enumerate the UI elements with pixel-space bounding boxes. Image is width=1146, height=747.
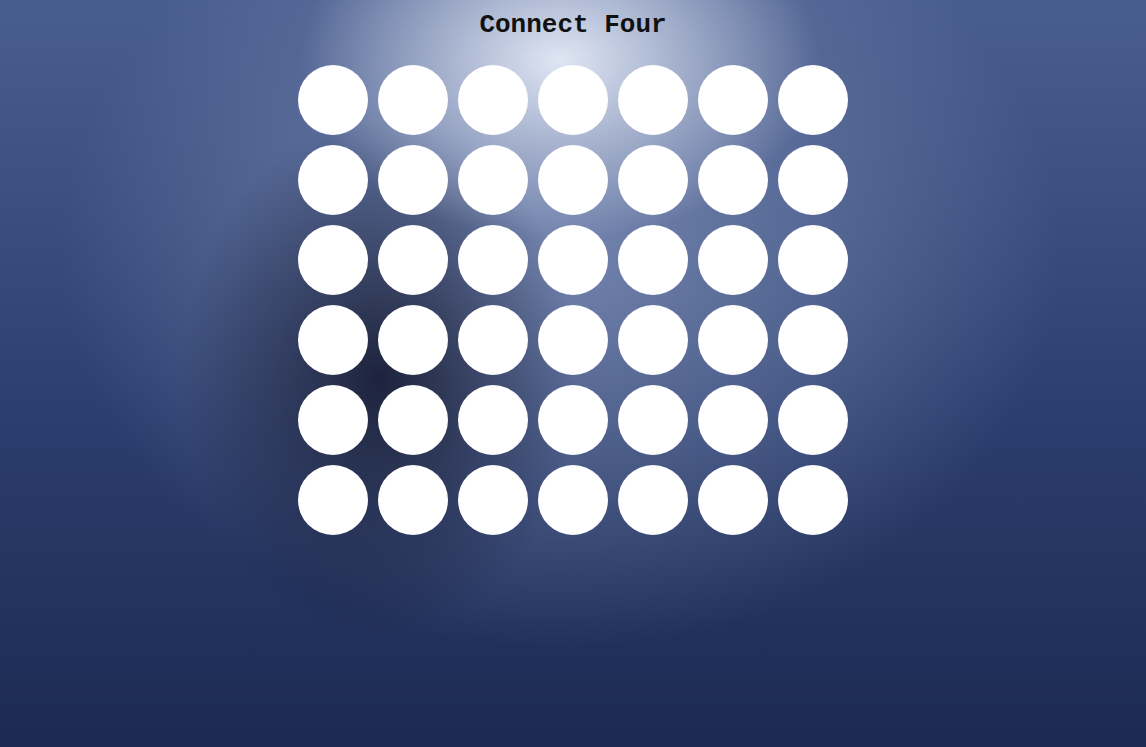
- board-cell[interactable]: [298, 465, 368, 535]
- game-board: [298, 65, 848, 535]
- board-cell[interactable]: [538, 225, 608, 295]
- board-cell[interactable]: [538, 465, 608, 535]
- board-cell[interactable]: [618, 385, 688, 455]
- board-cell[interactable]: [298, 385, 368, 455]
- board-cell[interactable]: [458, 305, 528, 375]
- board-cell[interactable]: [378, 225, 448, 295]
- board-cell[interactable]: [458, 65, 528, 135]
- board-cell[interactable]: [298, 65, 368, 135]
- board-cell[interactable]: [378, 465, 448, 535]
- board-cell[interactable]: [698, 145, 768, 215]
- game-title: Connect Four: [479, 8, 666, 42]
- board-cell[interactable]: [458, 385, 528, 455]
- board-cell[interactable]: [538, 385, 608, 455]
- board-cell[interactable]: [458, 465, 528, 535]
- board-cell[interactable]: [618, 145, 688, 215]
- board-cell[interactable]: [618, 65, 688, 135]
- board-cell[interactable]: [538, 145, 608, 215]
- board-cell[interactable]: [618, 225, 688, 295]
- board-cell[interactable]: [378, 145, 448, 215]
- board-cell[interactable]: [618, 305, 688, 375]
- board-cell[interactable]: [298, 145, 368, 215]
- board-cell[interactable]: [778, 385, 848, 455]
- board-cell[interactable]: [778, 65, 848, 135]
- board-cell[interactable]: [778, 225, 848, 295]
- board-cell[interactable]: [458, 145, 528, 215]
- board-cell[interactable]: [778, 305, 848, 375]
- board-cell[interactable]: [698, 65, 768, 135]
- board-cell[interactable]: [778, 145, 848, 215]
- board-cell[interactable]: [378, 65, 448, 135]
- board-cell[interactable]: [378, 305, 448, 375]
- board-cell[interactable]: [698, 385, 768, 455]
- board-cell[interactable]: [538, 65, 608, 135]
- game-page: Connect Four: [0, 0, 1146, 747]
- board-cell[interactable]: [378, 385, 448, 455]
- board-cell[interactable]: [298, 305, 368, 375]
- board-cell[interactable]: [698, 465, 768, 535]
- board-cell[interactable]: [698, 225, 768, 295]
- board-cell[interactable]: [458, 225, 528, 295]
- board-cell[interactable]: [538, 305, 608, 375]
- board-cell[interactable]: [298, 225, 368, 295]
- board-cell[interactable]: [778, 465, 848, 535]
- board-cell[interactable]: [618, 465, 688, 535]
- board-cell[interactable]: [698, 305, 768, 375]
